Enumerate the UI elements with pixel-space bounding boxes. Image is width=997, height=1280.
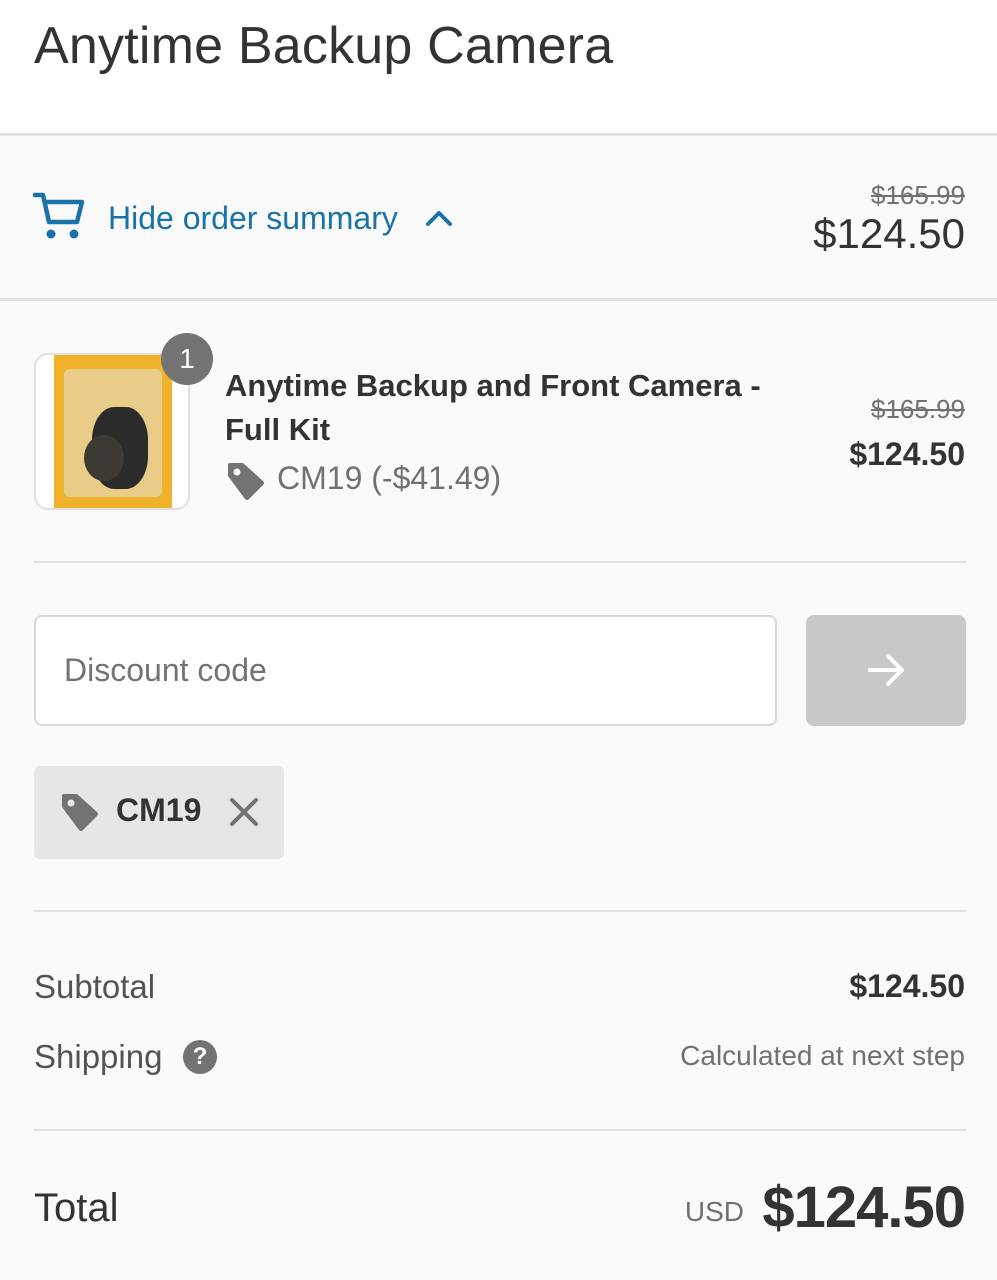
product-bag	[64, 369, 162, 497]
subtotal-value: $124.50	[849, 968, 965, 1004]
total-value: $124.50	[762, 1175, 966, 1240]
store-header: Anytime Backup Camera	[0, 0, 997, 136]
product-name: Anytime Backup and Front Camera - Full K…	[225, 368, 761, 447]
divider	[34, 910, 966, 912]
currency-code: USD	[684, 1196, 744, 1227]
subtotal-label: Subtotal	[34, 968, 156, 1005]
quantity-badge: 1	[161, 333, 213, 385]
close-icon[interactable]	[228, 796, 260, 828]
help-icon[interactable]: ?	[183, 1040, 217, 1074]
summary-price: $124.50	[813, 210, 965, 257]
shipping-value: Calculated at next step	[680, 1040, 965, 1071]
product-thumbnail	[34, 353, 190, 510]
summary-compare-price: $165.99	[871, 180, 965, 210]
store-name[interactable]: Anytime Backup Camera	[34, 16, 613, 76]
apply-discount-button[interactable]	[806, 615, 966, 726]
line-item-compare-price: $165.99	[871, 394, 965, 424]
arrow-right-icon	[868, 654, 904, 686]
tag-icon	[228, 463, 264, 500]
applied-discount-code: CM19	[116, 792, 202, 828]
applied-discount-chip: CM19	[34, 766, 284, 859]
divider	[34, 1129, 966, 1131]
discount-code-input[interactable]	[34, 615, 777, 726]
shipping-label: Shipping	[34, 1038, 163, 1075]
line-item-discount: CM19 (-$41.49)	[277, 460, 502, 496]
total-label: Total	[34, 1186, 119, 1230]
product-cable-coil	[84, 435, 124, 481]
divider	[34, 561, 966, 563]
line-item-price: $124.50	[849, 436, 965, 472]
cart-icon[interactable]	[33, 190, 85, 240]
tag-icon	[62, 794, 98, 831]
hide-order-summary-link[interactable]: Hide order summary	[108, 200, 398, 237]
chevron-up-icon[interactable]	[424, 206, 454, 230]
product-image	[54, 355, 172, 508]
